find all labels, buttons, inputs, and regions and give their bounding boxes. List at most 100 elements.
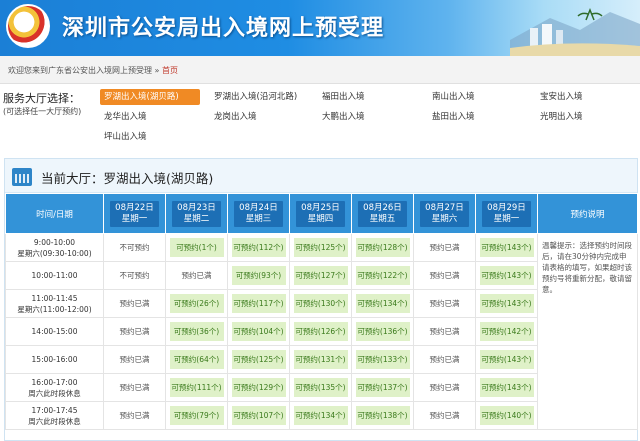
slot-available[interactable]: 可预约(107个) xyxy=(227,401,290,430)
slot-label[interactable]: 可预约(143个) xyxy=(479,294,534,313)
slot-available[interactable]: 可预约(1个) xyxy=(165,233,228,262)
slot-available[interactable]: 可预约(130个) xyxy=(289,289,352,318)
slot-available[interactable]: 可预约(137个) xyxy=(351,373,414,402)
slot-available[interactable]: 可预约(126个) xyxy=(289,317,352,346)
slot-unavailable: 预约已满 xyxy=(103,317,166,346)
slot-available[interactable]: 可预约(143个) xyxy=(475,233,538,262)
time-range: 17:00-17:45 xyxy=(31,405,78,415)
hall-option-longhua[interactable]: 龙华出入境 xyxy=(100,109,147,125)
note-column-header: 预约说明 xyxy=(537,193,638,234)
slot-available[interactable]: 可预约(127个) xyxy=(289,261,352,290)
slot-available[interactable]: 可预约(125个) xyxy=(227,345,290,374)
slot-label: 预约已满 xyxy=(429,271,460,280)
slot-label[interactable]: 可预约(128个) xyxy=(355,238,410,257)
date-column-header: 08月27日 星期六 xyxy=(413,193,476,234)
slot-available[interactable]: 可预约(135个) xyxy=(289,373,352,402)
slot-label[interactable]: 可预约(143个) xyxy=(479,378,534,397)
slot-label[interactable]: 可预约(104个) xyxy=(231,322,286,341)
slot-label[interactable]: 可预约(125个) xyxy=(293,238,348,257)
slot-available[interactable]: 可预约(131个) xyxy=(289,345,352,374)
slot-label[interactable]: 可预约(64个) xyxy=(169,350,224,369)
slot-available[interactable]: 可预约(143个) xyxy=(475,373,538,402)
slot-label[interactable]: 可预约(130个) xyxy=(293,294,348,313)
slot-available[interactable]: 可预约(140个) xyxy=(475,401,538,430)
slot-label[interactable]: 可预约(135个) xyxy=(293,378,348,397)
slot-label[interactable]: 可预约(133个) xyxy=(355,350,410,369)
time-slot-cell: 16:00-17:00 周六此时段休息 xyxy=(5,373,104,402)
slot-label[interactable]: 可预约(143个) xyxy=(479,266,534,285)
hall-option-luohu-yanhe[interactable]: 罗湖出入境(沿河北路) xyxy=(210,89,297,105)
slot-label[interactable]: 可预约(125个) xyxy=(231,350,286,369)
slot-available[interactable]: 可预约(134个) xyxy=(289,401,352,430)
slot-label[interactable]: 可预约(131个) xyxy=(293,350,348,369)
slot-available[interactable]: 可预约(111个) xyxy=(165,373,228,402)
slot-label[interactable]: 可预约(129个) xyxy=(231,378,286,397)
slot-unavailable: 预约已满 xyxy=(103,289,166,318)
slot-label: 预约已满 xyxy=(429,299,460,308)
slot-label[interactable]: 可预约(134个) xyxy=(293,406,348,425)
hall-option-baoan[interactable]: 宝安出入境 xyxy=(536,89,583,105)
hall-option-nanshan[interactable]: 南山出入境 xyxy=(428,89,475,105)
slot-unavailable: 预约已满 xyxy=(413,317,476,346)
slot-label[interactable]: 可预约(117个) xyxy=(231,294,286,313)
slot-label[interactable]: 可预约(137个) xyxy=(355,378,410,397)
slot-label[interactable]: 可预约(111个) xyxy=(169,378,224,397)
slot-available[interactable]: 可预约(36个) xyxy=(165,317,228,346)
slot-label[interactable]: 可预约(143个) xyxy=(479,238,534,257)
slot-available[interactable]: 可预约(143个) xyxy=(475,261,538,290)
hall-option-longgang[interactable]: 龙岗出入境 xyxy=(210,109,257,125)
slot-unavailable: 预约已满 xyxy=(413,289,476,318)
slot-available[interactable]: 可预约(138个) xyxy=(351,401,414,430)
slot-unavailable: 预约已满 xyxy=(103,373,166,402)
slot-available[interactable]: 可预约(134个) xyxy=(351,289,414,318)
slot-available[interactable]: 可预约(122个) xyxy=(351,261,414,290)
date-column-header: 08月24日 星期三 xyxy=(227,193,290,234)
slot-label[interactable]: 可预约(79个) xyxy=(169,406,224,425)
slot-label[interactable]: 可预约(107个) xyxy=(231,406,286,425)
slot-label[interactable]: 可预约(93个) xyxy=(231,266,286,285)
slot-available[interactable]: 可预约(142个) xyxy=(475,317,538,346)
breadcrumb-home-link[interactable]: 首页 xyxy=(162,66,178,75)
slot-label: 预约已满 xyxy=(429,411,460,420)
slot-unavailable: 预约已满 xyxy=(103,345,166,374)
police-emblem-logo xyxy=(6,4,50,48)
hall-option-guangming[interactable]: 光明出入境 xyxy=(536,109,583,125)
slot-available[interactable]: 可预约(143个) xyxy=(475,289,538,318)
hall-option-pingshan[interactable]: 坪山出入境 xyxy=(100,129,147,145)
slot-available[interactable]: 可预约(26个) xyxy=(165,289,228,318)
slot-available[interactable]: 可预约(79个) xyxy=(165,401,228,430)
booking-note: 温馨提示：选择预约时间段后，请在30分钟内完成申请表格的填写，如果超时该预约号将… xyxy=(537,233,638,430)
slot-label: 预约已满 xyxy=(119,299,150,308)
slot-available[interactable]: 可预约(112个) xyxy=(227,233,290,262)
slot-available[interactable]: 可预约(143个) xyxy=(475,345,538,374)
slot-label[interactable]: 可预约(142个) xyxy=(479,322,534,341)
slot-label[interactable]: 可预约(122个) xyxy=(355,266,410,285)
slot-label[interactable]: 可预约(1个) xyxy=(169,238,224,257)
slot-label[interactable]: 可预约(138个) xyxy=(355,406,410,425)
slot-available[interactable]: 可预约(117个) xyxy=(227,289,290,318)
slot-label[interactable]: 可预约(112个) xyxy=(231,238,286,257)
slot-available[interactable]: 可预约(93个) xyxy=(227,261,290,290)
hall-option-luohu-hubei[interactable]: 罗湖出入境(湖贝路) xyxy=(100,89,200,105)
panel-header: 当前大厅：罗湖出入境(湖贝路) xyxy=(5,159,637,193)
slot-label: 预约已满 xyxy=(181,271,212,280)
slot-label: 预约已满 xyxy=(429,243,460,252)
slot-label[interactable]: 可预约(127个) xyxy=(293,266,348,285)
slot-available[interactable]: 可预约(64个) xyxy=(165,345,228,374)
hall-option-yantian[interactable]: 盐田出入境 xyxy=(428,109,475,125)
slot-label[interactable]: 可预约(26个) xyxy=(169,294,224,313)
slot-label[interactable]: 可预约(36个) xyxy=(169,322,224,341)
slot-label[interactable]: 可预约(143个) xyxy=(479,350,534,369)
hall-option-dapeng[interactable]: 大鹏出入境 xyxy=(318,109,365,125)
slot-available[interactable]: 可预约(104个) xyxy=(227,317,290,346)
slot-label[interactable]: 可预约(126个) xyxy=(293,322,348,341)
slot-available[interactable]: 可预约(133个) xyxy=(351,345,414,374)
slot-available[interactable]: 可预约(129个) xyxy=(227,373,290,402)
slot-label[interactable]: 可预约(134个) xyxy=(355,294,410,313)
slot-available[interactable]: 可预约(125个) xyxy=(289,233,352,262)
hall-option-futian[interactable]: 福田出入境 xyxy=(318,89,365,105)
slot-available[interactable]: 可预约(136个) xyxy=(351,317,414,346)
slot-label[interactable]: 可预约(136个) xyxy=(355,322,410,341)
slot-label[interactable]: 可预约(140个) xyxy=(479,406,534,425)
slot-available[interactable]: 可预约(128个) xyxy=(351,233,414,262)
